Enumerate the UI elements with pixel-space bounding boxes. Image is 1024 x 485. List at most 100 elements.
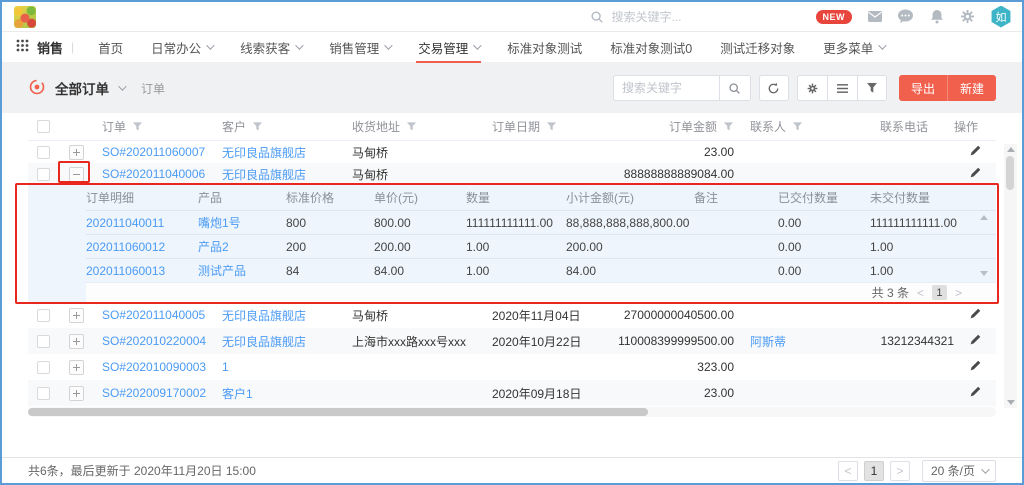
nav-item-standard-test[interactable]: 标准对象测试 xyxy=(493,32,596,63)
customer-link[interactable]: 无印良品旗舰店 xyxy=(222,146,306,160)
filter-icon[interactable] xyxy=(792,121,803,132)
horizontal-scrollbar-thumb[interactable] xyxy=(28,408,648,416)
row-checkbox[interactable] xyxy=(37,309,50,322)
row-checkbox[interactable] xyxy=(37,361,50,374)
expand-row-icon[interactable] xyxy=(69,308,84,323)
chevron-down-icon[interactable] xyxy=(118,82,126,90)
chevron-down-icon xyxy=(206,41,214,49)
edit-icon[interactable] xyxy=(969,359,982,372)
detail-page-number[interactable]: 1 xyxy=(932,285,947,300)
edit-icon[interactable] xyxy=(969,166,982,179)
bell-icon[interactable] xyxy=(928,8,945,25)
unit-price-cell: 84.00 xyxy=(374,264,466,278)
row-checkbox[interactable] xyxy=(37,146,50,159)
filter-icon[interactable] xyxy=(723,121,734,132)
nav-item-home[interactable]: 首页 xyxy=(84,32,137,63)
edit-icon[interactable] xyxy=(969,385,982,398)
select-all-checkbox[interactable] xyxy=(37,120,50,133)
contact-link[interactable]: 阿斯蒂 xyxy=(750,335,786,349)
order-link[interactable]: SO#202010220004 xyxy=(102,334,206,348)
order-link[interactable]: SO#202011040005 xyxy=(102,308,205,322)
chevron-down-icon xyxy=(384,41,392,49)
expand-row-icon[interactable] xyxy=(69,386,84,401)
view-selector[interactable]: 全部订单 xyxy=(55,78,109,98)
customer-link[interactable]: 1 xyxy=(222,360,229,374)
customer-link[interactable]: 无印良品旗舰店 xyxy=(222,335,306,349)
list-search-input[interactable] xyxy=(613,75,719,101)
order-link[interactable]: SO#202010090003 xyxy=(102,360,206,374)
product-link[interactable]: 测试产品 xyxy=(198,264,246,278)
edit-icon[interactable] xyxy=(969,333,982,346)
nav-item-daily-office[interactable]: 日常办公 xyxy=(137,32,226,63)
current-page[interactable]: 1 xyxy=(864,461,884,481)
horizontal-scrollbar[interactable] xyxy=(28,407,996,417)
detail-scroll-down-icon[interactable] xyxy=(980,271,988,276)
detail-line-link[interactable]: 202011060013 xyxy=(86,264,165,278)
detail-prev-page-icon[interactable]: < xyxy=(917,286,924,300)
nav-item-more-menu[interactable]: 更多菜单 xyxy=(809,32,898,63)
edit-icon[interactable] xyxy=(969,307,982,320)
nav-item-trade-mgmt[interactable]: 交易管理 xyxy=(404,32,493,63)
filter-icon[interactable] xyxy=(406,121,417,132)
product-link[interactable]: 产品2 xyxy=(198,240,229,254)
global-search[interactable]: 搜索关键字... xyxy=(588,8,681,25)
customer-link[interactable]: 无印良品旗舰店 xyxy=(222,309,306,323)
filter-button[interactable] xyxy=(857,75,887,101)
subtotal-cell: 88,888,888,888,800.00 xyxy=(566,216,694,230)
order-link[interactable]: SO#202009170002 xyxy=(102,386,206,400)
app-grid-icon[interactable] xyxy=(16,39,29,55)
expand-row-icon[interactable] xyxy=(69,145,84,160)
nav-item-leads[interactable]: 线索获客 xyxy=(226,32,315,63)
edit-icon[interactable] xyxy=(969,144,982,157)
detail-row: 202011040011 嘴炮1号 800 800.00 11111111111… xyxy=(86,210,996,234)
filter-icon[interactable] xyxy=(132,121,143,132)
user-avatar[interactable]: 如 xyxy=(990,6,1012,28)
order-table: 订单 客户 收货地址 订单日期 订单金额 联系人 联系电话 操作 SO#2020… xyxy=(28,113,996,417)
mail-icon[interactable] xyxy=(866,8,883,25)
page-size-select[interactable]: 20 条/页 xyxy=(922,460,996,482)
detail-line-link[interactable]: 202011060012 xyxy=(86,240,165,254)
date-cell: 2020年11月04日 xyxy=(492,307,618,324)
table-row: SO#202011060007 无印良品旗舰店 马甸桥 23.00 xyxy=(28,141,996,163)
detail-next-page-icon[interactable]: > xyxy=(955,286,962,300)
chevron-down-icon xyxy=(878,41,886,49)
create-button[interactable]: 新建 xyxy=(948,75,996,101)
customer-link[interactable]: 无印良品旗舰店 xyxy=(222,168,306,182)
nav-item-migrate-test[interactable]: 测试迁移对象 xyxy=(706,32,809,63)
scroll-up-icon[interactable] xyxy=(1007,147,1015,152)
vertical-scrollbar-thumb[interactable] xyxy=(1006,156,1014,190)
customer-link[interactable]: 客户1 xyxy=(222,387,253,401)
list-search-button[interactable] xyxy=(719,75,751,101)
order-link[interactable]: SO#202011060007 xyxy=(102,145,205,159)
new-badge[interactable]: NEW xyxy=(816,10,853,24)
detail-scroll-up-icon[interactable] xyxy=(980,215,988,220)
next-page-icon[interactable]: > xyxy=(890,461,910,481)
std-price-cell: 800 xyxy=(286,216,374,230)
filter-icon[interactable] xyxy=(252,121,263,132)
export-button[interactable]: 导出 xyxy=(899,75,948,101)
scroll-down-icon[interactable] xyxy=(1007,400,1015,405)
order-link[interactable]: SO#202011040006 xyxy=(102,167,205,181)
detail-line-link[interactable]: 202011040011 xyxy=(86,216,164,230)
product-link[interactable]: 嘴炮1号 xyxy=(198,216,241,230)
row-checkbox[interactable] xyxy=(37,168,50,181)
expand-row-icon[interactable] xyxy=(69,334,84,349)
settings-button[interactable] xyxy=(797,75,827,101)
col-contact: 联系人 xyxy=(750,118,786,135)
main-nav: 销售 | 首页 日常办公 线索获客 销售管理 交易管理 标准对象测试 标准对象测… xyxy=(2,32,1022,63)
row-checkbox[interactable] xyxy=(37,387,50,400)
row-checkbox[interactable] xyxy=(37,335,50,348)
amount-cell: 27000000040500.00 xyxy=(618,308,748,322)
filter-icon[interactable] xyxy=(546,121,557,132)
nav-item-sales-mgmt[interactable]: 销售管理 xyxy=(315,32,404,63)
prev-page-icon[interactable]: < xyxy=(838,461,858,481)
gear-icon[interactable] xyxy=(959,8,976,25)
vertical-scrollbar[interactable] xyxy=(1004,144,1017,408)
object-label: 订单 xyxy=(141,80,165,97)
nav-item-standard-test0[interactable]: 标准对象测试0 xyxy=(596,32,706,63)
expand-row-icon[interactable] xyxy=(69,360,84,375)
refresh-button[interactable] xyxy=(759,75,789,101)
list-layout-button[interactable] xyxy=(827,75,857,101)
chat-icon[interactable] xyxy=(897,8,914,25)
collapse-row-icon[interactable] xyxy=(69,167,84,182)
